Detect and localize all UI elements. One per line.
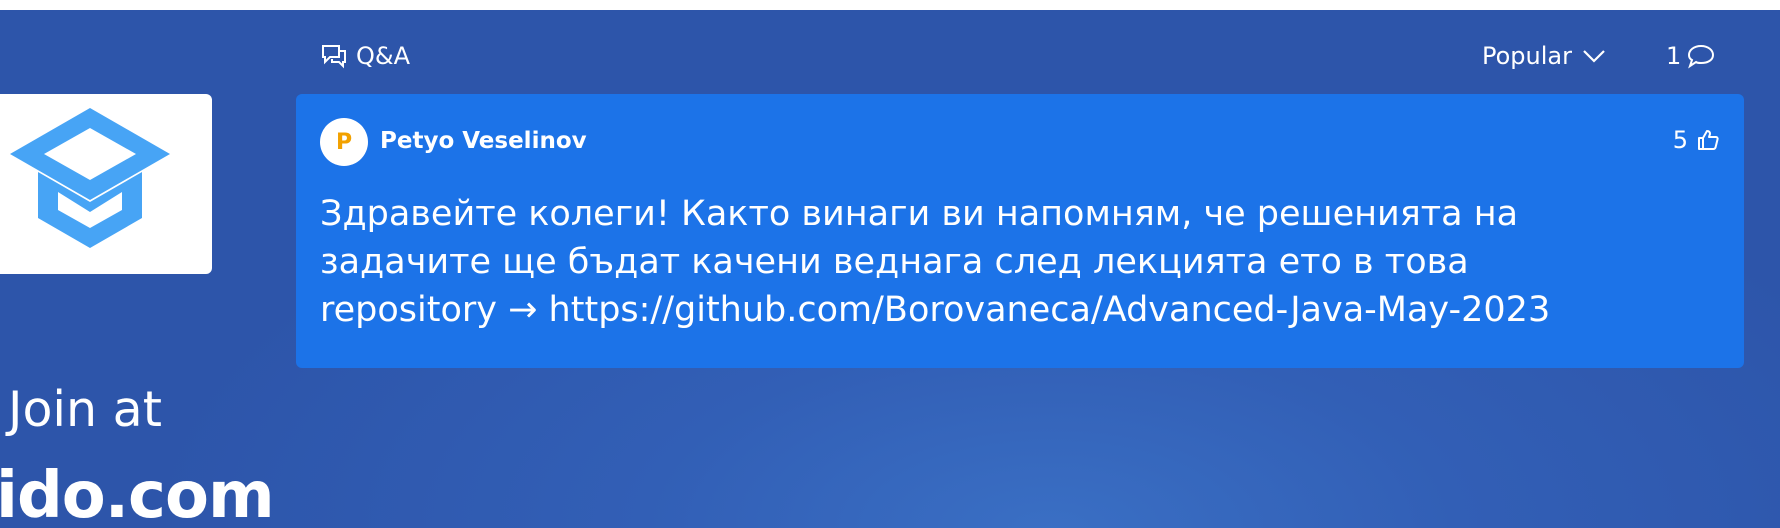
speech-bubble-icon [1688, 44, 1715, 69]
presentation-stage: Join at ido.com Q&A Popular 1 P Petyo Ve… [0, 10, 1780, 528]
chat-bubbles-icon [322, 45, 346, 69]
brand-logo-card [0, 94, 212, 274]
comment-count-value: 1 [1666, 42, 1682, 70]
qa-tab-label: Q&A [356, 42, 411, 70]
sort-dropdown[interactable]: Popular [1482, 42, 1606, 70]
chevron-down-icon [1583, 50, 1605, 63]
join-prompt: Join at [8, 381, 162, 438]
comment-count[interactable]: 1 [1666, 42, 1715, 70]
like-button[interactable]: 5 [1673, 126, 1720, 154]
avatar: P [320, 118, 368, 166]
author-name: Petyo Veselinov [380, 128, 587, 154]
join-site: ido.com [0, 459, 275, 528]
like-count-value: 5 [1672, 126, 1688, 154]
sort-label: Popular [1482, 42, 1572, 70]
qa-header: Q&A Popular 1 [296, 30, 1720, 82]
qa-tab[interactable]: Q&A [320, 42, 410, 70]
question-text: Здравейте колеги! Както винаги ви напомн… [320, 190, 1720, 334]
question-card[interactable]: P Petyo Veselinov 5 Здравейте колеги! Ка… [296, 94, 1744, 368]
graduation-cap-icon [10, 108, 170, 248]
thumbs-up-icon [1698, 130, 1719, 150]
question-line: repository → https://github.com/Borovane… [320, 290, 1551, 330]
question-line: Здравейте колеги! Както винаги ви напомн… [320, 194, 1519, 234]
question-line: задачите ще бъдат качени веднага след ле… [320, 242, 1469, 282]
